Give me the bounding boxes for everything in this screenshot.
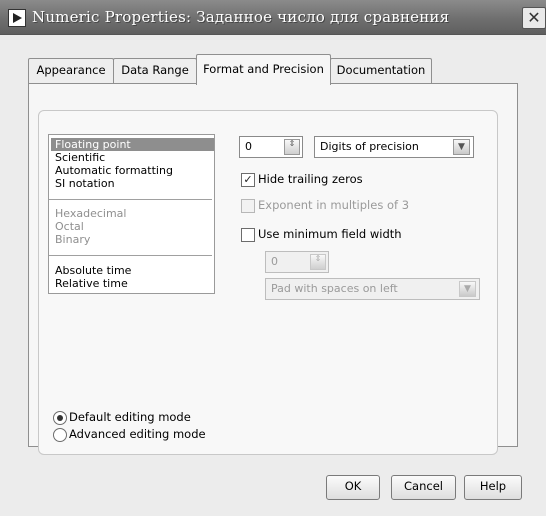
advanced-editing-mode-label[interactable]: Advanced editing mode bbox=[69, 427, 206, 441]
exponent-multiples-checkbox bbox=[241, 199, 255, 213]
tab-appearance[interactable]: Appearance bbox=[28, 58, 114, 83]
window-title: Numeric Properties: Заданное число для с… bbox=[32, 8, 450, 26]
list-item-si-notation[interactable]: SI notation bbox=[51, 177, 214, 190]
title-bar[interactable]: Numeric Properties: Заданное число для с… bbox=[0, 0, 546, 35]
hide-trailing-zeros-label[interactable]: Hide trailing zeros bbox=[258, 172, 363, 186]
digits-spinbox[interactable]: 0 ⇕ bbox=[239, 136, 303, 158]
min-field-width-label[interactable]: Use minimum field width bbox=[258, 227, 402, 241]
precision-type-value: Digits of precision bbox=[320, 140, 419, 153]
ok-button[interactable]: OK bbox=[326, 475, 380, 500]
format-type-list[interactable]: Floating point Scientific Automatic form… bbox=[48, 134, 215, 294]
min-field-width-checkbox[interactable] bbox=[241, 228, 255, 242]
exponent-multiples-label: Exponent in multiples of 3 bbox=[258, 198, 410, 212]
default-editing-mode-label[interactable]: Default editing mode bbox=[69, 410, 191, 424]
tab-data-range[interactable]: Data Range bbox=[113, 58, 197, 83]
list-item-relative-time[interactable]: Relative time bbox=[51, 277, 214, 290]
spin-arrows-icon[interactable]: ⇕ bbox=[284, 139, 300, 155]
help-button[interactable]: Help bbox=[464, 475, 522, 500]
radio-selected-dot bbox=[57, 415, 63, 421]
default-editing-mode-radio[interactable] bbox=[53, 411, 67, 425]
field-width-value: 0 bbox=[271, 255, 278, 268]
labview-app-icon bbox=[8, 9, 26, 27]
list-separator bbox=[49, 255, 212, 256]
padding-value: Pad with spaces on left bbox=[271, 282, 398, 295]
dropdown-arrow-icon: ▼ bbox=[459, 281, 476, 297]
checkmark-icon: ✓ bbox=[243, 173, 253, 186]
dialog-window: Numeric Properties: Заданное число для с… bbox=[0, 0, 546, 516]
tab-documentation[interactable]: Documentation bbox=[330, 58, 432, 83]
tab-format-and-precision[interactable]: Format and Precision bbox=[196, 54, 331, 85]
close-button[interactable]: ✕ bbox=[522, 7, 546, 29]
digits-value: 0 bbox=[245, 140, 252, 153]
hide-trailing-zeros-checkbox[interactable]: ✓ bbox=[241, 173, 255, 187]
field-width-spinbox: 0 ⇕ bbox=[265, 251, 329, 273]
list-item-binary: Binary bbox=[55, 233, 91, 246]
list-item-absolute-time[interactable]: Absolute time bbox=[51, 264, 214, 277]
list-item-floating-point[interactable]: Floating point bbox=[51, 138, 214, 151]
cancel-button[interactable]: Cancel bbox=[391, 475, 456, 500]
list-item-scientific[interactable]: Scientific bbox=[51, 151, 214, 164]
list-item-hexadecimal: Hexadecimal bbox=[55, 207, 127, 220]
precision-type-dropdown[interactable]: Digits of precision ▼ bbox=[314, 136, 474, 158]
spin-arrows-icon: ⇕ bbox=[310, 254, 326, 270]
list-item-octal: Octal bbox=[55, 220, 84, 233]
padding-dropdown: Pad with spaces on left ▼ bbox=[265, 278, 480, 300]
advanced-editing-mode-radio[interactable] bbox=[53, 428, 67, 442]
close-icon: ✕ bbox=[527, 8, 541, 27]
list-item-automatic-formatting[interactable]: Automatic formatting bbox=[51, 164, 214, 177]
dropdown-arrow-icon[interactable]: ▼ bbox=[453, 139, 470, 155]
list-separator bbox=[49, 199, 212, 200]
